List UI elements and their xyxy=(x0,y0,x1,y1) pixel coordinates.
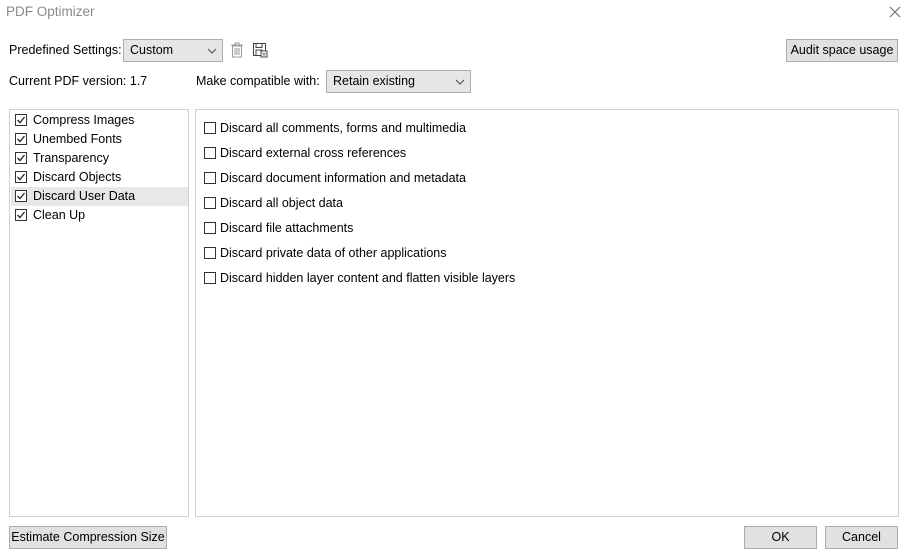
predefined-settings-value: Custom xyxy=(130,43,174,57)
option-label: Discard all comments, forms and multimed… xyxy=(220,121,466,135)
save-icon[interactable] xyxy=(252,42,268,58)
clean-up-checkbox[interactable] xyxy=(15,209,27,221)
estimate-compression-size-button[interactable]: Estimate Compression Size xyxy=(9,526,167,549)
option-checkbox[interactable] xyxy=(204,222,216,234)
category-discard-objects[interactable]: Discard Objects xyxy=(11,168,188,187)
option-checkbox[interactable] xyxy=(204,272,216,284)
predefined-settings-dropdown[interactable]: Custom xyxy=(123,39,223,62)
category-label: Compress Images xyxy=(33,113,135,127)
make-compatible-dropdown[interactable]: Retain existing xyxy=(326,70,471,93)
cancel-button[interactable]: Cancel xyxy=(825,526,898,549)
option-checkbox[interactable] xyxy=(204,197,216,209)
make-compatible-value: Retain existing xyxy=(333,74,415,88)
option-label: Discard hidden layer content and flatten… xyxy=(220,271,516,285)
unembed-fonts-checkbox[interactable] xyxy=(15,133,27,145)
close-icon[interactable] xyxy=(886,3,904,21)
category-label: Clean Up xyxy=(33,208,86,222)
category-transparency[interactable]: Transparency xyxy=(11,149,188,168)
chevron-down-icon xyxy=(206,40,218,61)
category-label: Unembed Fonts xyxy=(33,132,122,146)
category-label: Transparency xyxy=(33,151,109,165)
transparency-checkbox[interactable] xyxy=(15,152,27,164)
trash-icon[interactable] xyxy=(229,41,245,59)
category-list: Compress Images Unembed Fonts Transparen… xyxy=(9,109,189,517)
discard-user-data-checkbox[interactable] xyxy=(15,190,27,202)
window-title: PDF Optimizer xyxy=(6,4,95,19)
option-label: Discard private data of other applicatio… xyxy=(220,246,447,260)
options-panel: Discard all comments, forms and multimed… xyxy=(195,109,899,517)
option-checkbox[interactable] xyxy=(204,172,216,184)
option-label: Discard external cross references xyxy=(220,146,407,160)
compress-images-checkbox[interactable] xyxy=(15,114,27,126)
option-label: Discard all object data xyxy=(220,196,343,210)
category-discard-user-data[interactable]: Discard User Data xyxy=(11,187,188,206)
audit-space-usage-button[interactable]: Audit space usage xyxy=(786,39,898,62)
option-checkbox[interactable] xyxy=(204,247,216,259)
ok-button[interactable]: OK xyxy=(744,526,817,549)
category-label: Discard Objects xyxy=(33,170,122,184)
option-checkbox[interactable] xyxy=(204,147,216,159)
option-label: Discard file attachments xyxy=(220,221,354,235)
category-compress-images[interactable]: Compress Images xyxy=(11,111,188,130)
chevron-down-icon xyxy=(454,71,466,92)
predefined-settings-label: Predefined Settings: xyxy=(9,43,122,57)
current-pdf-version-label: Current PDF version: 1.7 xyxy=(9,74,148,88)
discard-objects-checkbox[interactable] xyxy=(15,171,27,183)
option-checkbox[interactable] xyxy=(204,122,216,134)
option-label: Discard document information and metadat… xyxy=(220,171,466,185)
make-compatible-label: Make compatible with: xyxy=(196,74,320,88)
category-unembed-fonts[interactable]: Unembed Fonts xyxy=(11,130,188,149)
category-clean-up[interactable]: Clean Up xyxy=(11,206,188,225)
category-label: Discard User Data xyxy=(33,189,136,203)
